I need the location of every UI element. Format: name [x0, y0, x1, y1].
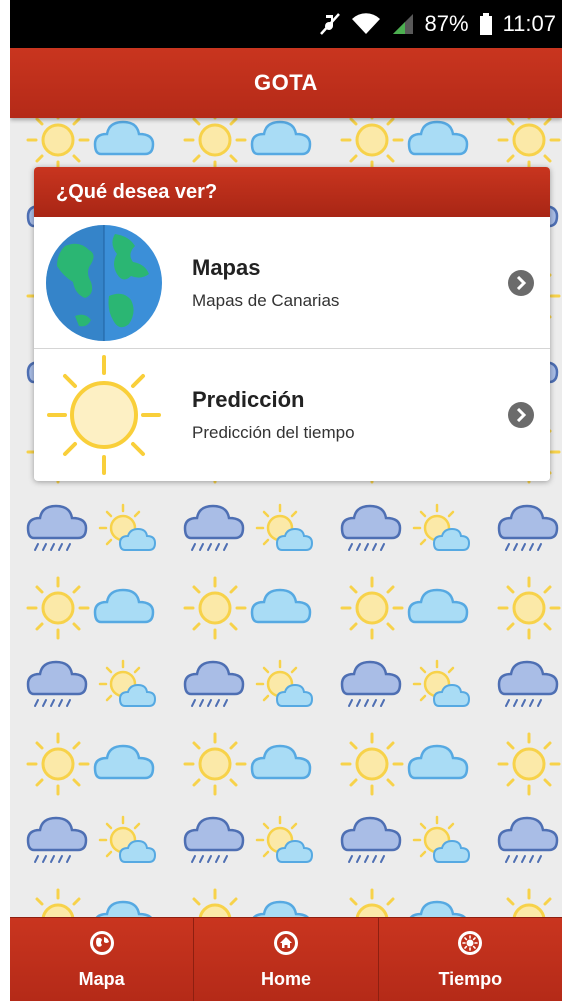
tab-home[interactable]: Home [194, 918, 379, 1001]
clock: 11:07 [502, 11, 556, 36]
battery-icon [479, 12, 493, 36]
app-title: GOTA [254, 70, 318, 95]
globe-icon [34, 217, 174, 348]
option-prediccion[interactable]: Predicción Predicción del tiempo [34, 348, 550, 480]
option-prediccion-title: Predicción [192, 386, 305, 412]
option-mapas[interactable]: Mapas Mapas de Canarias [34, 217, 550, 348]
dialog-title: ¿Qué desea ver? [56, 180, 218, 203]
option-mapas-title: Mapas [192, 254, 261, 280]
selection-dialog: ¿Qué desea ver? Mapas Mapas de Canarias [34, 167, 550, 481]
tab-tiempo-label: Tiempo [438, 968, 503, 989]
option-mapas-description: Mapas de Canarias [192, 290, 340, 310]
signal-icon [391, 12, 415, 36]
status-bar: 87% 11:07 [10, 0, 562, 48]
tab-mapa-label: Mapa [78, 968, 125, 989]
app-header: GOTA [10, 48, 562, 118]
dialog-header: ¿Qué desea ver? [34, 167, 550, 217]
chevron-right-icon [508, 269, 534, 296]
tab-mapa[interactable]: Mapa [10, 918, 195, 1001]
tab-home-label: Home [260, 968, 311, 989]
sun-icon [34, 349, 174, 480]
option-prediccion-description: Predicción del tiempo [192, 422, 355, 442]
battery-percent: 87% [424, 11, 469, 36]
chevron-right-icon [508, 401, 534, 428]
tab-tiempo[interactable]: Tiempo [379, 918, 562, 1001]
mute-icon [319, 12, 341, 36]
home-icon [273, 930, 298, 955]
wifi-icon [351, 12, 381, 36]
app-screen: 87% 11:07 GOTA ¿Qué desea ver? Mapas Map… [10, 0, 562, 1001]
bottom-nav: Mapa Home Tiempo [10, 917, 562, 1001]
globe-icon [89, 930, 114, 955]
sun-icon [458, 930, 483, 955]
